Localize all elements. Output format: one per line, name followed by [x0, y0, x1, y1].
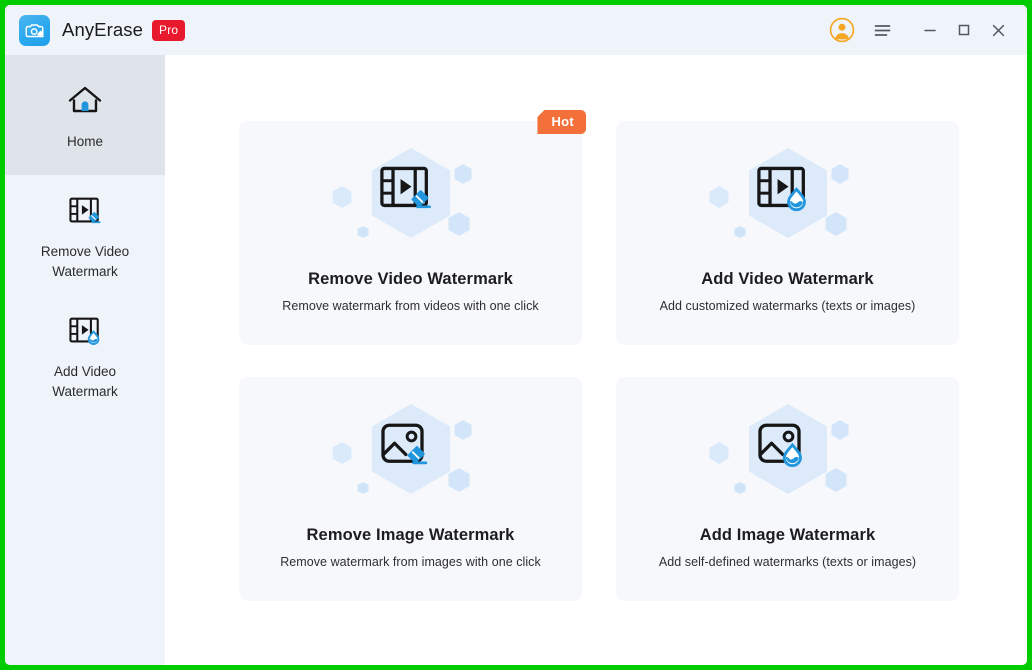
sidebar-item-add-video-watermark[interactable]: Add Video Watermark — [5, 295, 165, 415]
home-icon — [63, 79, 107, 123]
hot-badge: Hot — [537, 110, 586, 134]
nav-line1: Add Video — [53, 363, 117, 379]
close-icon — [992, 24, 1004, 36]
maximize-button[interactable] — [947, 13, 981, 47]
sidebar: Home Remove Video Watermark Add Video Wa… — [5, 55, 165, 665]
hamburger-menu-icon — [874, 24, 890, 36]
nav-line1: Remove Video — [40, 243, 130, 259]
card-title: Add Image Watermark — [699, 526, 876, 544]
card-artwork — [311, 390, 511, 522]
menu-button[interactable] — [865, 13, 899, 47]
sidebar-item-label-add-video-watermark: Add Video Watermark — [52, 362, 118, 401]
video-droplet-icon — [63, 309, 107, 353]
card-artwork — [311, 134, 511, 266]
sidebar-item-label-remove-video-watermark: Remove Video Watermark — [41, 242, 129, 281]
card-add-image-watermark[interactable]: Add Image Watermark Add self-defined wat… — [616, 377, 959, 601]
card-remove-video-watermark[interactable]: Hot Remove Video Watermark Remove waterm… — [239, 110, 586, 345]
minimize-button[interactable] — [913, 13, 947, 47]
nav-line2: Watermark — [52, 383, 118, 399]
card-subtitle: Remove watermark from images with one cl… — [280, 555, 541, 569]
video-eraser-icon — [63, 189, 107, 233]
titlebar: AnyErase Pro — [5, 5, 1027, 55]
nav-line2: Watermark — [52, 263, 118, 279]
card-subtitle: Add self-defined watermarks (texts or im… — [658, 555, 917, 569]
card-subtitle: Add customized watermarks (texts or imag… — [659, 299, 916, 313]
app-title: AnyErase — [62, 19, 144, 40]
minimize-icon — [924, 29, 936, 32]
maximize-icon — [958, 24, 970, 36]
body: Home Remove Video Watermark Add Video Wa… — [5, 55, 1027, 665]
sidebar-item-home[interactable]: Home — [5, 55, 165, 175]
pro-badge: Pro — [152, 19, 186, 41]
card-subtitle: Remove watermark from videos with one cl… — [282, 299, 539, 313]
sidebar-item-label-home: Home — [66, 133, 103, 149]
window-controls — [825, 13, 1015, 47]
app-logo-icon — [19, 14, 50, 46]
main-content: Hot Remove Video Watermark Remove waterm… — [165, 55, 1027, 665]
card-add-video-watermark[interactable]: Add Video Watermark Add customized water… — [616, 121, 959, 345]
sidebar-item-remove-video-watermark[interactable]: Remove Video Watermark — [5, 175, 165, 295]
card-artwork — [688, 390, 888, 522]
card-title: Remove Video Watermark — [308, 270, 513, 288]
card-title: Add Video Watermark — [701, 270, 874, 288]
account-avatar-button[interactable] — [825, 13, 859, 47]
app-window: AnyErase Pro Home Remove Video Watermark… — [5, 5, 1027, 665]
card-artwork — [688, 134, 888, 266]
card-remove-image-watermark[interactable]: Remove Image Watermark Remove watermark … — [239, 377, 582, 601]
feature-card-grid: Hot Remove Video Watermark Remove waterm… — [239, 110, 959, 601]
card-title: Remove Image Watermark — [306, 526, 515, 544]
close-button[interactable] — [981, 13, 1015, 47]
user-avatar-icon — [829, 17, 855, 43]
